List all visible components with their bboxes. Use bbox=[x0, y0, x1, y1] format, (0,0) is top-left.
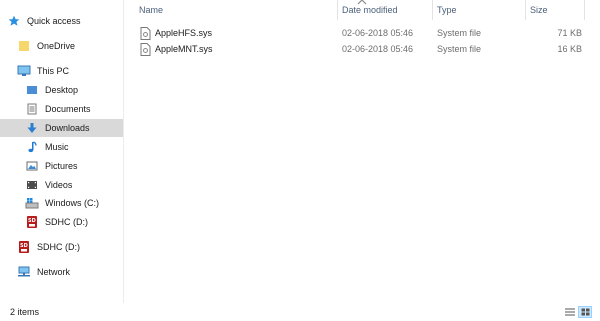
file-row[interactable]: AppleHFS.sys 02-06-2018 05:46 System fil… bbox=[124, 25, 600, 41]
nav-this-pc[interactable]: This PC bbox=[17, 62, 69, 80]
nav-videos[interactable]: Videos bbox=[25, 176, 72, 194]
file-size: 71 KB bbox=[557, 28, 582, 38]
nav-network-label: Network bbox=[37, 267, 71, 277]
status-bar: 2 items bbox=[0, 303, 600, 321]
file-size: 16 KB bbox=[557, 44, 582, 54]
file-type: System file bbox=[437, 44, 482, 54]
documents-icon bbox=[25, 102, 39, 116]
column-divider[interactable] bbox=[432, 0, 433, 20]
file-type: System file bbox=[437, 28, 482, 38]
nav-documents-label: Documents bbox=[45, 104, 91, 114]
nav-music-label: Music bbox=[45, 142, 69, 152]
navigation-pane: Quick access OneDrive This PC Desktop Do… bbox=[0, 0, 124, 303]
nav-videos-label: Videos bbox=[45, 180, 73, 190]
folder-icon bbox=[17, 39, 31, 53]
nav-network[interactable]: Network bbox=[17, 263, 70, 281]
file-name: AppleMNT.sys bbox=[155, 44, 213, 54]
videos-icon bbox=[25, 178, 39, 192]
nav-music[interactable]: Music bbox=[25, 138, 69, 156]
file-name: AppleHFS.sys bbox=[155, 28, 213, 38]
column-header-date-modified[interactable]: Date modified bbox=[342, 0, 398, 20]
column-header-type[interactable]: Type bbox=[437, 0, 457, 20]
star-icon bbox=[7, 14, 21, 28]
windows-drive-icon bbox=[25, 196, 39, 210]
nav-sdhc-d-label: SDHC (D:) bbox=[45, 217, 88, 227]
nav-sdhc-root-label: SDHC (D:) bbox=[37, 242, 80, 252]
nav-desktop-label: Desktop bbox=[45, 85, 79, 95]
download-arrow-icon bbox=[25, 121, 39, 135]
large-icons-view-button[interactable] bbox=[578, 306, 592, 318]
sd-card-icon: SD bbox=[25, 215, 39, 229]
nav-windows-c-label: Windows (C:) bbox=[45, 198, 100, 208]
column-divider[interactable] bbox=[584, 0, 585, 20]
file-date: 02-06-2018 05:46 bbox=[342, 28, 414, 38]
nav-sdhc-root[interactable]: SD SDHC (D:) bbox=[17, 238, 80, 256]
column-header-bar: Name Date modified Type Size bbox=[124, 0, 600, 20]
item-count: 2 items bbox=[10, 307, 40, 317]
file-date: 02-06-2018 05:46 bbox=[342, 44, 414, 54]
view-switcher bbox=[563, 306, 592, 318]
sd-card-icon: SD bbox=[17, 240, 31, 254]
nav-desktop[interactable]: Desktop bbox=[25, 81, 78, 99]
music-note-icon bbox=[25, 140, 39, 154]
file-icon bbox=[140, 43, 151, 59]
nav-downloads[interactable]: Downloads bbox=[0, 119, 123, 137]
network-icon bbox=[17, 265, 31, 279]
nav-documents[interactable]: Documents bbox=[25, 100, 91, 118]
nav-onedrive[interactable]: OneDrive bbox=[17, 37, 75, 55]
nav-quick-access-label: Quick access bbox=[27, 16, 81, 26]
column-header-name[interactable]: Name bbox=[139, 0, 163, 20]
details-view-button[interactable] bbox=[563, 306, 577, 318]
desktop-icon bbox=[25, 83, 39, 97]
svg-text:SD: SD bbox=[20, 243, 28, 249]
nav-this-pc-label: This PC bbox=[37, 66, 70, 76]
computer-icon bbox=[17, 64, 31, 78]
nav-sdhc-d[interactable]: SD SDHC (D:) bbox=[25, 213, 88, 231]
nav-windows-c[interactable]: Windows (C:) bbox=[25, 194, 99, 212]
file-row[interactable]: AppleMNT.sys 02-06-2018 05:46 System fil… bbox=[124, 41, 600, 57]
nav-onedrive-label: OneDrive bbox=[37, 41, 76, 51]
nav-pictures-label: Pictures bbox=[45, 161, 78, 171]
nav-quick-access[interactable]: Quick access bbox=[7, 12, 81, 30]
nav-downloads-label: Downloads bbox=[45, 123, 90, 133]
column-header-size[interactable]: Size bbox=[530, 0, 548, 20]
svg-text:SD: SD bbox=[28, 218, 36, 224]
nav-pictures[interactable]: Pictures bbox=[25, 157, 78, 175]
pictures-icon bbox=[25, 159, 39, 173]
column-divider[interactable] bbox=[337, 0, 338, 20]
column-divider[interactable] bbox=[525, 0, 526, 20]
